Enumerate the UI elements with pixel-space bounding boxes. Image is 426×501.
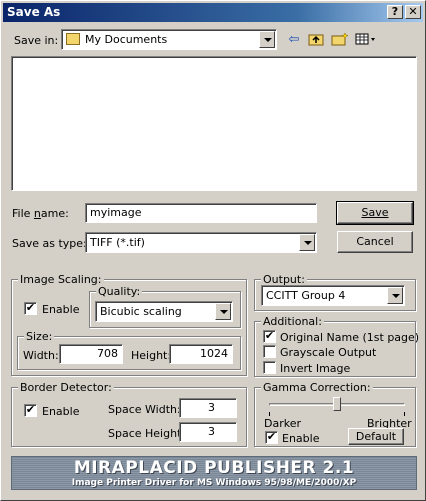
space-height-input[interactable]: 3 (179, 422, 237, 442)
save-as-dialog: Save As ? ✕ Save in: My Documents ⇦ File… (0, 0, 426, 501)
up-folder-icon[interactable] (307, 32, 325, 48)
chevron-down-icon[interactable] (299, 234, 315, 251)
default-button[interactable]: Default (348, 428, 404, 445)
height-input[interactable]: 1024 (169, 344, 233, 364)
chevron-down-icon[interactable] (387, 287, 403, 304)
width-label: Width: (23, 349, 59, 362)
border-detector-title: Border Detector: (18, 381, 114, 394)
width-input[interactable]: 708 (59, 344, 123, 364)
chevron-down-icon[interactable] (259, 31, 275, 48)
chevron-down-icon[interactable] (215, 303, 231, 320)
save-as-type-combo[interactable]: TIFF (*.tif) (85, 232, 317, 253)
space-width-label: Space Width: (108, 403, 181, 416)
close-button[interactable]: ✕ (405, 5, 421, 19)
quality-value: Bicubic scaling (100, 305, 182, 318)
additional-title: Additional: (261, 315, 324, 328)
quality-title: Quality: (96, 285, 143, 298)
slider-tick (404, 412, 405, 416)
border-detector-enable-checkbox[interactable]: ✔ (24, 404, 37, 417)
space-width-value: 3 (208, 401, 215, 414)
view-menu-icon[interactable] (355, 32, 379, 48)
grayscale-label: Grayscale Output (280, 346, 377, 359)
banner-subtitle: Image Printer Driver for MS Windows 95/9… (71, 478, 357, 488)
border-detector-enable-label: Enable (42, 405, 80, 418)
image-scaling-title: Image Scaling: (18, 273, 104, 286)
banner-title: MIRAPLACID PUBLISHER 2.1 (73, 458, 355, 478)
save-as-type-label: Save as type: (12, 237, 87, 250)
save-as-type-value: TIFF (*.tif) (90, 236, 145, 249)
save-in-combo[interactable]: My Documents (61, 29, 277, 50)
cancel-button-label: Cancel (356, 235, 394, 248)
folder-icon (66, 33, 80, 45)
file-name-label: File name: (12, 207, 69, 220)
product-banner: MIRAPLACID PUBLISHER 2.1 Image Printer D… (11, 456, 417, 490)
darker-label: Darker (264, 417, 302, 430)
new-folder-icon[interactable] (331, 32, 349, 48)
original-name-label: Original Name (1st page) (280, 331, 420, 344)
height-label: Height: (131, 349, 172, 362)
invert-image-label: Invert Image (280, 362, 351, 375)
file-name-value: myimage (90, 206, 142, 219)
original-name-checkbox[interactable]: ✔ (263, 330, 276, 343)
gamma-enable-label: Enable (282, 432, 320, 445)
back-arrow-icon[interactable]: ⇦ (285, 32, 303, 48)
space-height-value: 3 (208, 425, 215, 438)
width-value: 708 (97, 347, 118, 360)
slider-tick (269, 412, 270, 416)
image-scaling-enable-label: Enable (42, 303, 80, 316)
file-list[interactable] (11, 56, 417, 191)
gamma-slider-thumb[interactable] (333, 397, 341, 411)
file-name-input[interactable]: myimage (85, 203, 317, 223)
space-height-label: Space Height: (108, 427, 186, 440)
save-in-label: Save in: (14, 34, 59, 47)
help-button[interactable]: ? (387, 5, 403, 19)
gamma-title: Gamma Correction: (261, 381, 373, 394)
size-title: Size: (24, 330, 55, 343)
save-button-label: Save (361, 206, 389, 219)
invert-image-checkbox[interactable] (263, 361, 276, 374)
output-combo[interactable]: CCITT Group 4 (261, 285, 405, 306)
default-button-label: Default (355, 430, 397, 443)
save-in-value: My Documents (85, 33, 168, 46)
image-scaling-enable-checkbox[interactable]: ✔ (24, 302, 37, 315)
grayscale-checkbox[interactable] (263, 345, 276, 358)
window-title: Save As (7, 5, 61, 19)
height-value: 1024 (200, 347, 228, 360)
gamma-enable-checkbox[interactable]: ✔ (265, 431, 278, 444)
quality-combo[interactable]: Bicubic scaling (95, 301, 233, 322)
save-button[interactable]: Save (336, 201, 414, 225)
title-bar[interactable]: Save As ? ✕ (3, 3, 423, 22)
space-width-input[interactable]: 3 (179, 398, 237, 418)
output-value: CCITT Group 4 (266, 289, 346, 302)
cancel-button[interactable]: Cancel (337, 231, 413, 253)
